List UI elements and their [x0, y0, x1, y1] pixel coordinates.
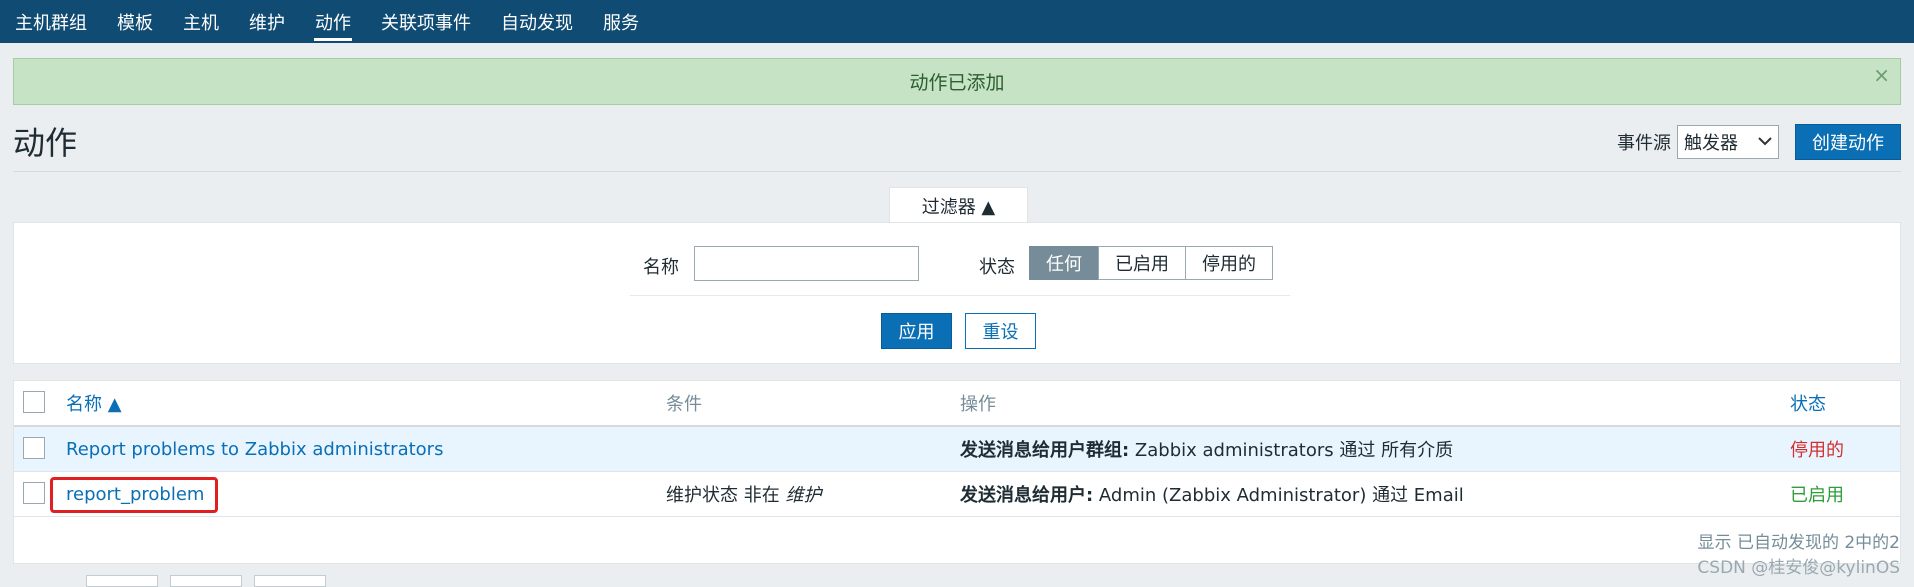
reset-button[interactable]: 重设 — [965, 313, 1036, 349]
apply-button[interactable]: 应用 — [881, 313, 952, 349]
table-row: report_problem 维护状态 非在 维护 发送消息给用户: Admin… — [14, 472, 1900, 517]
filter-tab[interactable]: 过滤器 ▲ — [889, 187, 1028, 223]
nav-item-hosts[interactable]: 主机 — [168, 0, 234, 43]
condition-value: 维护 — [785, 485, 822, 506]
row-checkbox[interactable] — [23, 437, 45, 459]
column-header-conditions: 条件 — [666, 394, 702, 415]
nav-item-actions[interactable]: 动作 — [300, 0, 366, 43]
action-name-link[interactable]: Report problems to Zabbix administrators — [66, 427, 443, 471]
result-count: 显示 已自动发现的 2中的2 — [1697, 533, 1900, 553]
select-all-checkbox[interactable] — [23, 391, 45, 413]
create-action-button[interactable]: 创建动作 — [1795, 124, 1901, 160]
top-navigation: 主机群组 模板 主机 维护 动作 关联项事件 自动发现 服务 — [0, 0, 1914, 43]
filter-name-input[interactable] — [694, 246, 919, 281]
status-option-enabled[interactable]: 已启用 — [1098, 246, 1186, 280]
success-message-text: 动作已添加 — [909, 72, 1005, 94]
filter-status-segmented: 任何 已启用 停用的 — [1029, 246, 1273, 280]
event-source-select[interactable]: 触发器 — [1677, 125, 1779, 159]
operation-text: Zabbix administrators 通过 所有介质 — [1129, 440, 1454, 461]
condition-text: 维护状态 非在 — [666, 485, 786, 506]
status-toggle-disabled[interactable]: 停用的 — [1790, 427, 1844, 471]
filter-divider — [630, 295, 1290, 296]
action-conditions: 维护状态 非在 维护 — [666, 472, 821, 516]
filter-panel: 名称 状态 任何 已启用 停用的 应用 重设 — [13, 222, 1901, 364]
status-toggle-enabled[interactable]: 已启用 — [1790, 472, 1844, 516]
table-row: Report problems to Zabbix administrators… — [14, 427, 1900, 472]
table-header-row: 名称 ▲ 条件 操作 状态 — [14, 381, 1900, 427]
nav-item-templates[interactable]: 模板 — [102, 0, 168, 43]
operation-label: 发送消息给用户群组: — [960, 440, 1130, 461]
nav-item-correlation[interactable]: 关联项事件 — [366, 0, 486, 43]
nav-item-host-groups[interactable]: 主机群组 — [0, 0, 102, 43]
action-operations: 发送消息给用户群组: Zabbix administrators 通过 所有介质 — [960, 427, 1453, 471]
column-header-name[interactable]: 名称 ▲ — [66, 381, 122, 425]
action-operations: 发送消息给用户: Admin (Zabbix Administrator) 通过… — [960, 472, 1464, 516]
mass-action-button[interactable] — [254, 575, 326, 587]
success-message: 动作已添加 × — [13, 58, 1901, 105]
actions-table: 名称 ▲ 条件 操作 状态 Report problems to Zabbix … — [13, 380, 1901, 564]
mass-action-button[interactable] — [86, 575, 158, 587]
event-source-label: 事件源 — [1617, 133, 1671, 154]
column-header-operations: 操作 — [960, 394, 996, 415]
filter-status-label: 状态 — [979, 257, 1015, 278]
filter-name-label: 名称 — [643, 257, 679, 278]
status-option-disabled[interactable]: 停用的 — [1185, 246, 1273, 280]
watermark: CSDN @桂安俊@kylinOS — [1697, 558, 1900, 578]
header-controls: 事件源 触发器 创建动作 — [1617, 124, 1901, 160]
action-name-link[interactable]: report_problem — [66, 472, 204, 516]
page-title: 动作 — [13, 124, 78, 162]
chevron-down-icon — [1758, 134, 1772, 150]
row-checkbox[interactable] — [23, 482, 45, 504]
mass-action-button[interactable] — [170, 575, 242, 587]
event-source-value: 触发器 — [1684, 133, 1738, 154]
column-header-status[interactable]: 状态 — [1790, 381, 1826, 425]
header-divider — [13, 171, 1901, 172]
operation-label: 发送消息给用户: — [960, 485, 1094, 506]
nav-item-services[interactable]: 服务 — [588, 0, 654, 43]
operation-text: Admin (Zabbix Administrator) 通过 Email — [1093, 485, 1464, 506]
nav-item-discovery[interactable]: 自动发现 — [486, 0, 588, 43]
status-option-any[interactable]: 任何 — [1029, 246, 1099, 280]
close-icon[interactable]: × — [1873, 63, 1890, 87]
nav-item-maintenance[interactable]: 维护 — [234, 0, 300, 43]
